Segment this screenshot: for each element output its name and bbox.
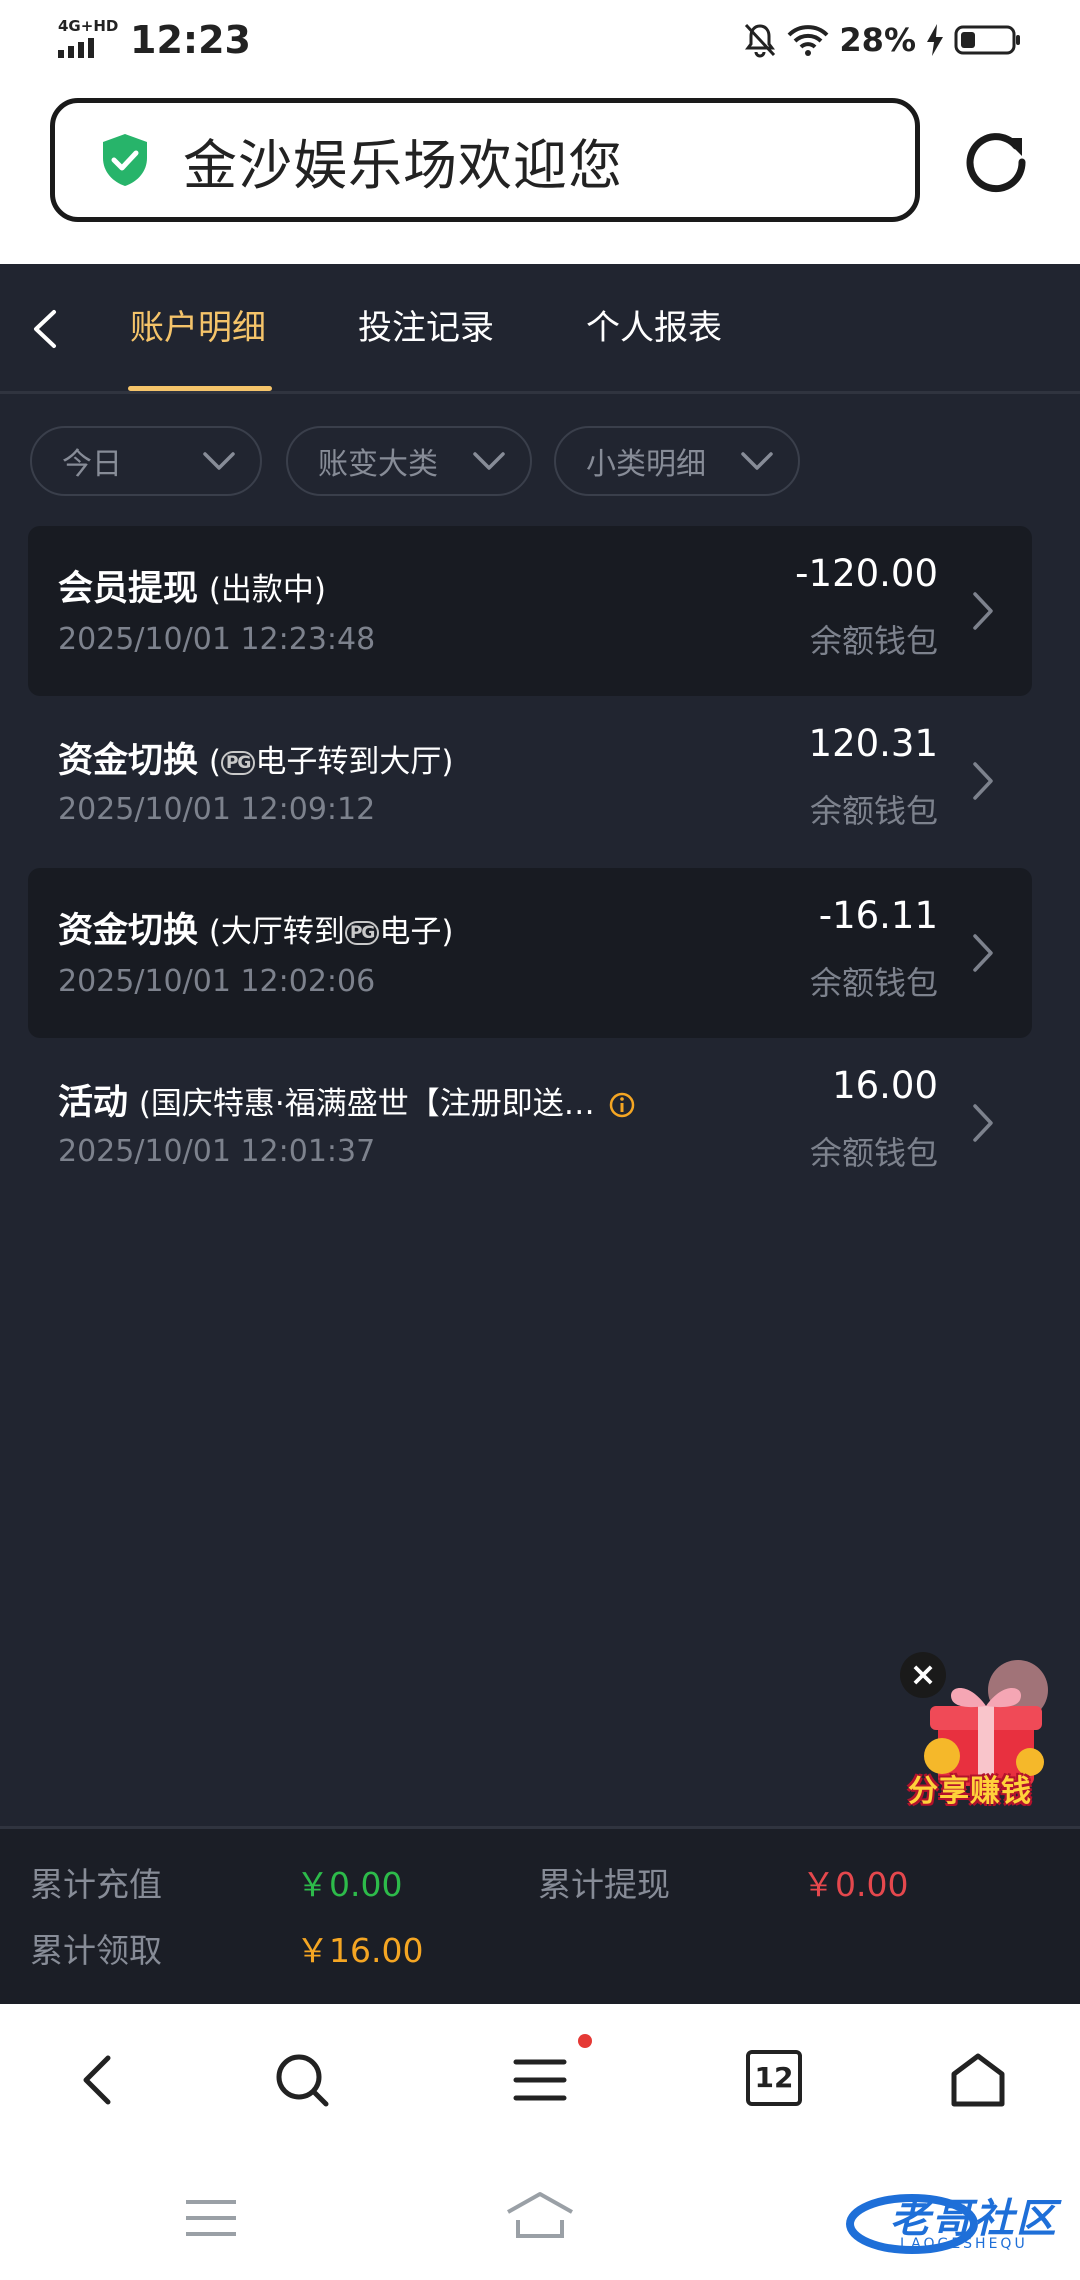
record-amount: -120.00 (795, 552, 938, 595)
record-wallet: 余额钱包 (809, 792, 938, 830)
record-amount: 120.31 (808, 722, 938, 765)
record-title: 资金切换 (PG 电子转到大厅) (58, 732, 453, 783)
back-icon[interactable] (70, 2050, 130, 2110)
chevron-right-icon (973, 762, 993, 800)
filter-date[interactable]: 今日 (30, 426, 262, 496)
claim-value: ￥16.00 (296, 1931, 424, 1970)
record-date: 2025/10/01 12:02:06 (58, 964, 376, 999)
filter-category[interactable]: 账变大类 (286, 426, 532, 496)
record-type: 资金切换 (58, 911, 199, 951)
system-home-icon[interactable] (504, 2190, 576, 2242)
watermark-sub: LAOGESHEQU (900, 2236, 1028, 2252)
withdraw-value: ￥0.00 (802, 1865, 909, 1904)
tab-account-details[interactable]: 账户明细 (130, 300, 266, 349)
shield-check-icon (103, 134, 147, 186)
record-detail-suffix: 电子转到大厅) (255, 744, 454, 780)
status-right: 28% (743, 20, 1022, 60)
record-detail-prefix: ( (208, 744, 221, 780)
chevron-down-icon (741, 452, 773, 470)
reload-icon[interactable] (960, 124, 1032, 196)
chevron-down-icon (473, 452, 505, 470)
withdraw-label: 累计提现 (538, 1865, 670, 1904)
tabs-icon[interactable]: 12 (746, 2050, 802, 2106)
home-icon[interactable] (948, 2050, 1008, 2110)
record-wallet: 余额钱包 (809, 1134, 938, 1172)
filter-subcategory-label: 小类明细 (586, 447, 706, 482)
record-amount: -16.11 (818, 894, 938, 937)
page-title: 金沙娱乐场欢迎您 (183, 133, 623, 197)
record-wallet: 余额钱包 (809, 622, 938, 660)
record-date: 2025/10/01 12:01:37 (58, 1134, 376, 1169)
active-tab-indicator (128, 386, 272, 391)
filter-date-label: 今日 (62, 447, 122, 482)
record-title: 资金切换 (大厅转到 PG 电子) (58, 902, 453, 953)
record-type: 会员提现 (58, 569, 199, 609)
battery-icon (954, 25, 1020, 55)
record-date: 2025/10/01 12:09:12 (58, 792, 376, 827)
claim-label: 累计领取 (30, 1931, 162, 1970)
chevron-right-icon (973, 1104, 993, 1142)
chevron-down-icon (203, 452, 235, 470)
tab-bet-records[interactable]: 投注记录 (358, 300, 494, 349)
close-icon[interactable]: × (900, 1652, 946, 1698)
record-detail: (出款中) (208, 572, 327, 608)
record-type: 资金切换 (58, 741, 199, 781)
record-date: 2025/10/01 12:23:48 (58, 622, 376, 657)
recharge-label: 累计充值 (30, 1865, 162, 1904)
charging-icon (927, 24, 943, 56)
record-detail: (国庆特惠·福满盛世【注册即送… (138, 1086, 595, 1122)
mute-icon (745, 23, 776, 58)
recharge-value: ￥0.00 (296, 1865, 403, 1904)
summary-panel (0, 1826, 1080, 2004)
record-detail-suffix: 电子) (379, 914, 454, 950)
chevron-right-icon (973, 592, 993, 630)
signal-icon (58, 38, 94, 58)
search-icon[interactable] (272, 2050, 332, 2110)
tab-personal-report[interactable]: 个人报表 (586, 300, 722, 349)
battery-percent: 28% (839, 21, 916, 59)
pg-logo: PG (344, 920, 380, 945)
notification-dot (578, 2034, 592, 2048)
network-type: 4G+HD (58, 17, 119, 35)
address-bar[interactable]: 金沙娱乐场欢迎您 (50, 98, 920, 222)
recents-icon[interactable] (184, 2196, 238, 2240)
back-chevron-icon[interactable] (26, 306, 66, 352)
filter-category-label: 账变大类 (318, 447, 438, 482)
chevron-right-icon (973, 934, 993, 972)
wifi-icon (787, 25, 829, 56)
filter-subcategory[interactable]: 小类明细 (554, 426, 800, 496)
record-wallet: 余额钱包 (809, 964, 938, 1002)
record-amount: 16.00 (832, 1064, 938, 1107)
menu-icon[interactable] (510, 2050, 570, 2110)
record-title: 会员提现 (出款中) (58, 560, 326, 611)
record-detail-prefix: (大厅转到 (208, 914, 345, 950)
info-icon[interactable] (609, 1092, 635, 1118)
record-title: 活动 (国庆特惠·福满盛世【注册即送… (58, 1074, 635, 1125)
status-time: 12:23 (130, 18, 251, 62)
promo-label: 分享赚钱 (908, 1774, 1032, 1809)
pg-logo: PG (220, 750, 256, 775)
record-type: 活动 (58, 1083, 129, 1123)
